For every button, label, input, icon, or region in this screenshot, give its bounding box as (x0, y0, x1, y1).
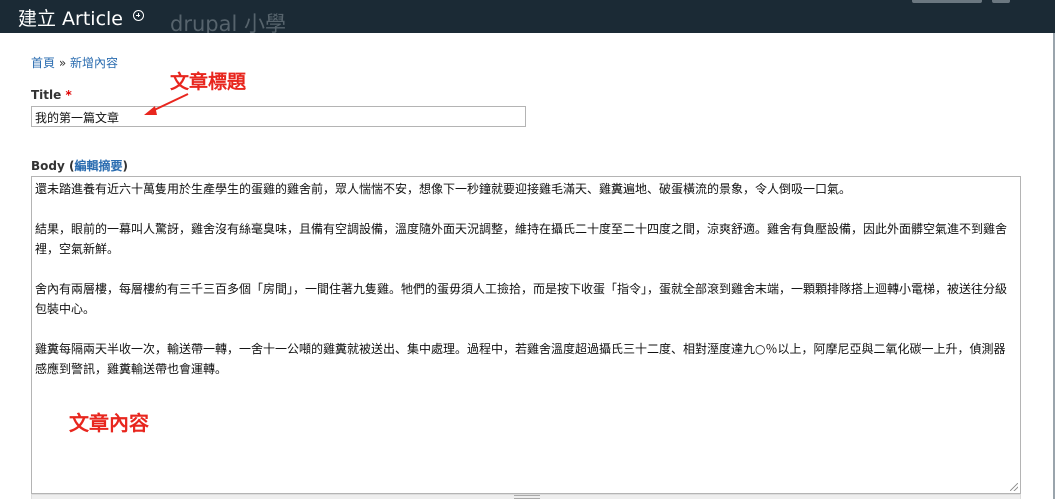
breadcrumb-current-link[interactable]: 新增內容 (70, 56, 118, 70)
edit-summary-link[interactable]: 編輯摘要 (74, 159, 122, 173)
title-label: Title * (31, 88, 72, 102)
required-marker: * (65, 88, 72, 102)
breadcrumb: 首頁 » 新增內容 (31, 54, 118, 71)
site-name: drupal 小學 (170, 12, 286, 33)
body-label: Body (編輯摘要) (31, 157, 128, 174)
annotation-arrow-icon (144, 93, 189, 115)
body-textarea[interactable]: 還未踏進養有近六十萬隻用於生產學生的蛋雞的雞舍前，眾人惴惴不安，想像下一秒鐘就要… (31, 176, 1021, 494)
page-title: 建立 Article (18, 8, 123, 30)
annotation-body-note: 文章內容 (69, 411, 149, 435)
breadcrumb-home-link[interactable]: 首頁 (31, 56, 55, 70)
body-paragraph: 雞糞每隔兩天半收一次，輸送帶一轉，一舍十一公噸的雞糞就被送出、集中處理。過程中，… (35, 342, 1006, 376)
body-label-paren-close: ) (122, 159, 128, 173)
body-paragraph: 舍內有兩層樓，每層樓約有三千三百多個「房間」，一間住著九隻雞。牠們的蛋毋須人工撿… (35, 282, 1008, 316)
circle-plus-icon[interactable] (133, 10, 144, 21)
admin-header: 建立 Article drupal 小學 (0, 0, 1055, 33)
body-paragraph: 結果，眼前的一幕叫人驚訝，雞舍沒有絲毫臭味，且備有空調設備，溫度隨外面天況調整，… (35, 222, 1008, 256)
resize-grip-icon[interactable] (1010, 483, 1018, 491)
body-label-text: Body (31, 159, 65, 173)
title-input[interactable]: 我的第一篇文章 (31, 106, 526, 127)
textarea-resize-handle[interactable] (31, 494, 1021, 499)
header-user-links[interactable] (912, 0, 1032, 5)
body-paragraph: 還未踏進養有近六十萬隻用於生產學生的蛋雞的雞舍前，眾人惴惴不安，想像下一秒鐘就要… (35, 182, 852, 196)
title-label-text: Title (31, 88, 62, 102)
breadcrumb-separator: » (55, 56, 70, 70)
